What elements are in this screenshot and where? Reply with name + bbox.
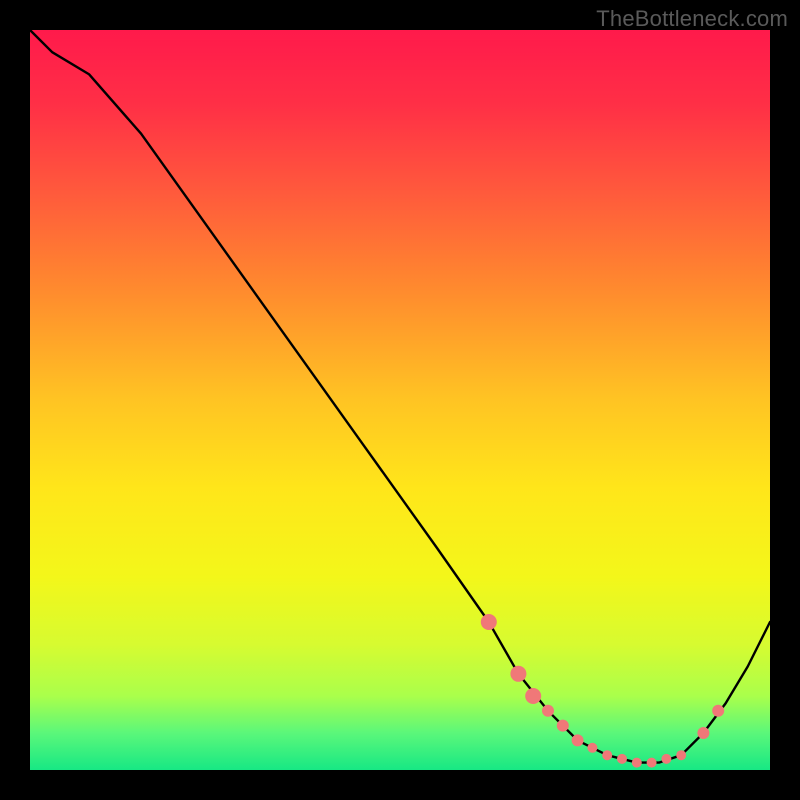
chart-frame: TheBottleneck.com [0,0,800,800]
curve-marker [697,727,709,739]
curve-marker [525,688,541,704]
curve-marker [481,614,497,630]
curve-marker [647,758,657,768]
curve-marker [661,754,671,764]
watermark-text: TheBottleneck.com [596,6,788,32]
curve-marker [712,705,724,717]
curve-marker [602,750,612,760]
curve-marker [572,734,584,746]
curve-marker [587,743,597,753]
bottleneck-chart [30,30,770,770]
plot-area [30,30,770,770]
curve-marker [557,720,569,732]
curve-marker [617,754,627,764]
curve-marker [632,758,642,768]
curve-marker [542,705,554,717]
gradient-background [30,30,770,770]
curve-marker [676,750,686,760]
curve-marker [510,666,526,682]
